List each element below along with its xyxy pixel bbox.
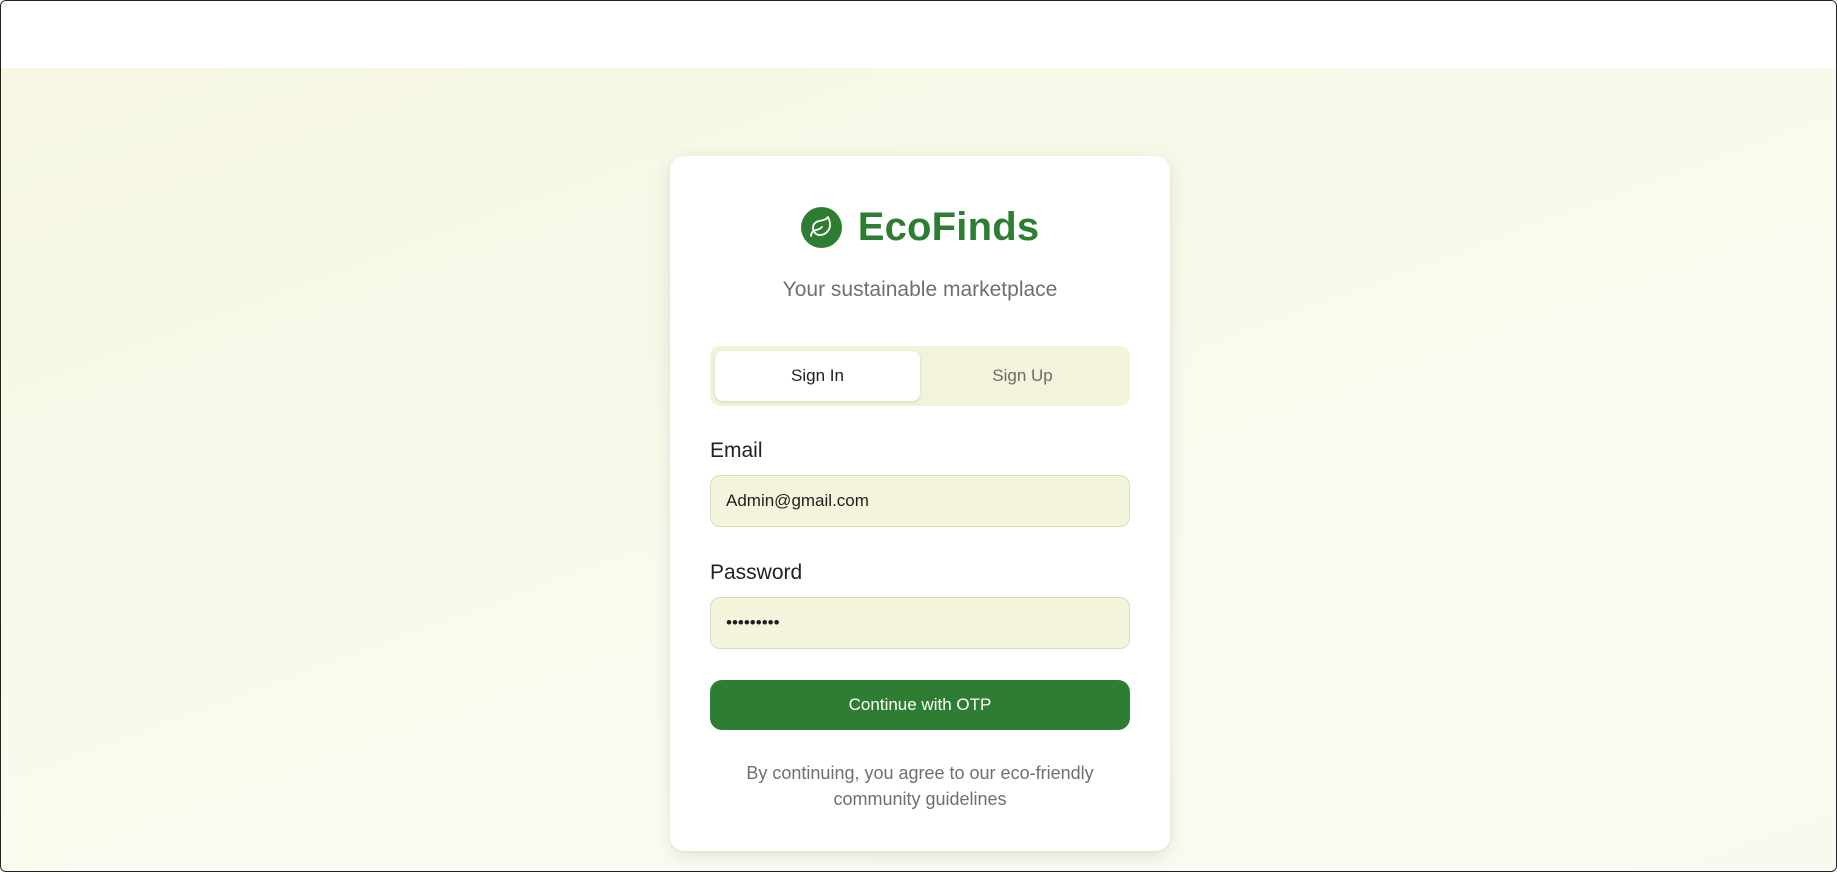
leaf-icon	[800, 206, 842, 248]
auth-tabs: Sign In Sign Up	[710, 346, 1130, 406]
guidelines-note: By continuing, you agree to our eco-frie…	[746, 763, 1094, 809]
email-label: Email	[710, 439, 763, 462]
brand-header: EcoFinds	[670, 204, 1170, 250]
brand-name: EcoFinds	[857, 204, 1040, 249]
auth-card: EcoFinds Your sustainable marketplace Si…	[670, 156, 1170, 851]
password-label: Password	[710, 561, 803, 584]
tagline: Your sustainable marketplace	[782, 278, 1058, 301]
password-field[interactable]	[710, 597, 1130, 649]
continue-with-otp-button[interactable]: Continue with OTP	[710, 680, 1130, 730]
browser-viewport: EcoFinds Your sustainable marketplace Si…	[0, 0, 1837, 872]
tab-sign-in[interactable]: Sign In	[715, 351, 920, 401]
tab-sign-up[interactable]: Sign Up	[920, 351, 1125, 401]
top-bar	[1, 1, 1836, 68]
email-field[interactable]	[710, 475, 1130, 527]
